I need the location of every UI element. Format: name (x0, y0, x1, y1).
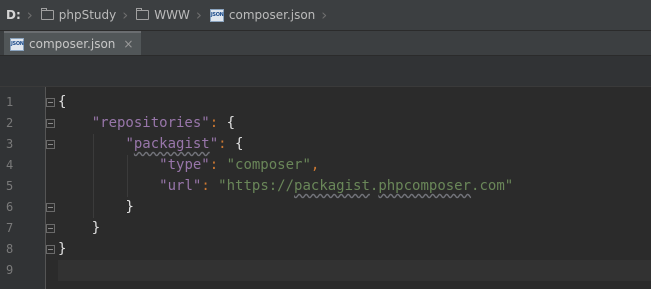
line-number: 4 (6, 158, 14, 172)
colon: : (201, 178, 219, 194)
json-key: "repositories" (91, 115, 210, 131)
code-line-8: } (58, 239, 651, 260)
brace: { (235, 136, 244, 152)
breadcrumb: D: › phpStudy › WWW › JSON composer.json… (0, 0, 651, 31)
json-string: "https://packagist.phpcomposer.com" (218, 178, 513, 194)
folder-icon (40, 8, 54, 20)
url-suffix: .com" (471, 178, 514, 194)
code-editor[interactable]: 1 2 3 4 5 6 7 8 9 { "repositories": { "p… (0, 87, 651, 289)
fold-marker-icon[interactable] (46, 119, 55, 128)
editor-tab-bar: JSON composer.json × (0, 31, 651, 56)
url-prefix: "https:// (218, 178, 295, 194)
indent-guide (93, 176, 94, 197)
breadcrumb-drive[interactable]: D: (0, 0, 21, 30)
spell-check-word: packagist (294, 178, 370, 194)
tab-composer-json[interactable]: JSON composer.json × (4, 31, 142, 55)
line-number: 6 (6, 200, 14, 214)
breadcrumb-file-label: composer.json (228, 8, 316, 22)
fold-marker-icon[interactable] (46, 140, 55, 149)
fold-marker-icon[interactable] (46, 98, 55, 107)
brace: } (58, 241, 67, 257)
code-line-7: } (58, 218, 651, 239)
colon: : (209, 115, 227, 131)
breadcrumb-folder-label: WWW (154, 8, 190, 22)
fold-marker-icon[interactable] (46, 245, 55, 254)
line-number: 1 (6, 95, 14, 109)
chevron-right-icon: › (321, 6, 328, 24)
json-key: "url" (159, 178, 202, 194)
tab-label: composer.json (29, 37, 116, 51)
breadcrumb-folder-www[interactable]: WWW (130, 0, 190, 30)
line-number: 5 (6, 179, 14, 193)
chevron-right-icon: › (195, 6, 202, 24)
comma: , (310, 157, 320, 173)
editor-toolbar-strip (0, 56, 651, 87)
breadcrumb-file[interactable]: JSON composer.json (204, 0, 315, 30)
json-file-icon: JSON (209, 8, 224, 22)
code-line-5: "url": "https://packagist.phpcomposer.co… (58, 176, 651, 197)
code-line-6: } (58, 197, 651, 218)
code-line-1: { (58, 92, 651, 113)
line-number: 3 (6, 137, 14, 151)
indent-guide (127, 155, 128, 176)
json-key: "type" (159, 157, 210, 173)
code-line-2: "repositories": { (58, 113, 651, 134)
spell-check-word: packagist (133, 136, 210, 152)
fold-marker-icon[interactable] (46, 224, 55, 233)
drive-label: D: (6, 8, 21, 22)
indent-guide (93, 155, 94, 176)
json-key: "packagist" (125, 136, 219, 152)
indent-guide (93, 197, 94, 218)
code-line-4: "type": "composer", (58, 155, 651, 176)
json-file-icon: JSON (10, 37, 24, 51)
line-numbers: 1 2 3 4 5 6 7 8 9 (0, 92, 45, 281)
chevron-right-icon: › (26, 6, 33, 24)
json-string: "composer" (226, 157, 311, 173)
gutter: 1 2 3 4 5 6 7 8 9 (0, 87, 46, 289)
brace: { (58, 94, 67, 110)
spell-check-word: phpcomposer (378, 178, 472, 194)
breadcrumb-folder-label: phpStudy (58, 8, 117, 22)
code-line-9 (58, 260, 651, 281)
indent-guide (127, 176, 128, 197)
close-icon[interactable]: × (123, 37, 133, 51)
line-number: 8 (6, 242, 14, 256)
brace: } (91, 220, 101, 236)
chevron-right-icon: › (122, 6, 129, 24)
breadcrumb-folder-phpstudy[interactable]: phpStudy (35, 0, 117, 30)
indent-guide (93, 134, 94, 155)
line-number: 7 (6, 221, 14, 235)
brace: } (125, 199, 134, 215)
code-content: { "repositories": { "packagist": { "type… (58, 92, 651, 281)
code-line-3: "packagist": { (58, 134, 651, 155)
folder-icon (136, 8, 150, 20)
colon: : (218, 136, 236, 152)
line-number: 2 (6, 116, 14, 130)
line-number: 9 (6, 263, 14, 277)
colon: : (209, 157, 227, 173)
fold-marker-icon[interactable] (46, 203, 55, 212)
brace: { (226, 115, 236, 131)
